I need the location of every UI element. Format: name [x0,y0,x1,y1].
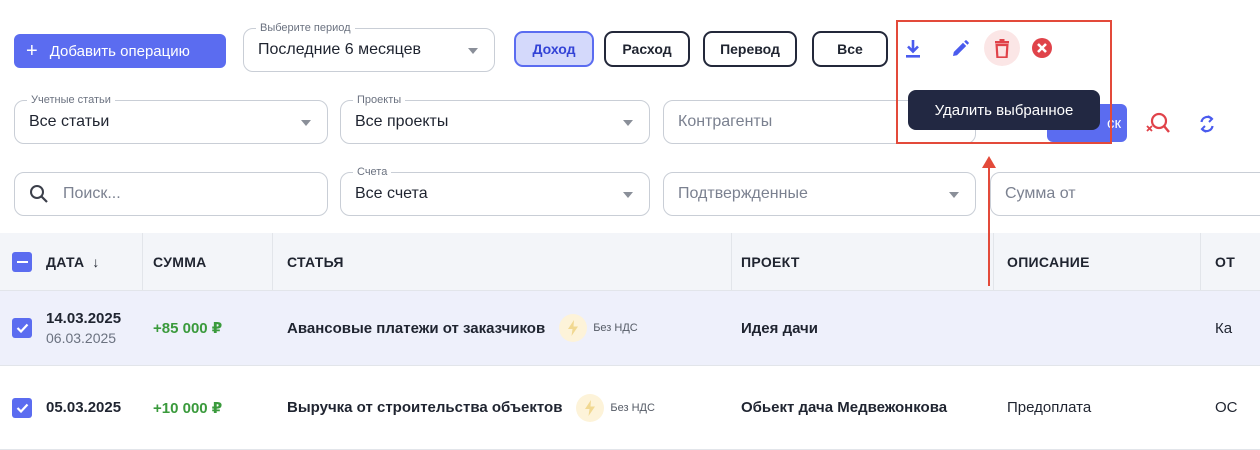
download-icon[interactable] [900,34,926,64]
row-amount: +85 000 ₽ [153,320,223,337]
row-date: 05.03.2025 [46,399,122,416]
select-all-checkbox[interactable] [12,252,32,272]
period-value: Последние 6 месяцев [258,41,422,58]
row-other: ОС [1215,399,1238,416]
row-other: Ка [1215,319,1233,337]
vat-label: Без НДС [593,322,638,334]
edit-icon[interactable] [946,34,974,64]
counterparties-placeholder: Контрагенты [678,113,773,130]
cancel-icon[interactable] [1030,36,1054,60]
filter-expense-button[interactable]: Расход [604,31,690,67]
plus-icon: + [26,40,38,62]
search-icon [30,185,48,203]
refresh-icon[interactable] [1194,110,1220,138]
chevron-down-icon [949,192,959,198]
row-description: Предоплата [1007,399,1092,416]
filter-transfer-button[interactable]: Перевод [703,31,797,67]
column-article[interactable]: СТАТЬЯ [287,233,344,291]
accounts-label: Учетные статьи [27,93,115,107]
column-description[interactable]: ОПИСАНИЕ [1007,233,1090,291]
chevron-down-icon [623,120,633,126]
filter-transfer-label: Перевод [720,41,780,57]
search-field[interactable]: Поиск... [14,172,328,216]
add-operation-button[interactable]: + Добавить операцию [14,34,226,68]
trash-icon [995,38,1009,58]
lightning-icon [576,393,605,422]
row-article: Выручка от строительства объектов Без НД… [287,366,655,449]
delete-selected-button[interactable] [984,30,1020,66]
table-row[interactable]: 14.03.2025 06.03.2025 +85 000 ₽ Авансовы… [0,291,1260,366]
amount-from-placeholder: Сумма от [1005,185,1076,202]
filter-all-button[interactable]: Все [812,31,888,67]
filter-expense-label: Расход [622,41,672,57]
column-date[interactable]: ДАТА ↓ [46,233,100,291]
accounts-select[interactable]: Учетные статьи Все статьи [14,93,328,144]
status-value: Подтвержденные [678,185,808,202]
sort-arrow-icon: ↓ [92,254,100,270]
column-project[interactable]: ПРОЕКТ [741,233,800,291]
row-date-secondary: 06.03.2025 [46,330,117,346]
projects-select[interactable]: Проекты Все проекты [340,93,650,144]
search-button-label: ск [1106,114,1121,132]
chevron-down-icon [468,48,478,54]
chevron-down-icon [301,120,311,126]
annotation-arrow [988,164,990,286]
filter-income-button[interactable]: Доход [514,31,594,67]
projects-value: Все проекты [355,113,449,130]
period-select[interactable]: Выберите период Последние 6 месяцев [243,21,495,72]
check-icon [16,323,28,333]
add-operation-label: Добавить операцию [49,42,190,60]
column-amount[interactable]: СУММА [153,233,207,291]
search-placeholder: Поиск... [63,185,121,202]
check-icon [16,403,28,413]
column-other[interactable]: ОТ [1215,233,1235,291]
period-label: Выберите период [256,21,355,35]
delete-tooltip: Удалить выбранное [908,90,1100,130]
bank-accounts-select[interactable]: Счета Все счета [340,165,650,216]
amount-from-input[interactable]: Сумма от [990,172,1260,216]
row-amount: +10 000 ₽ [153,399,223,417]
filter-all-label: Все [837,41,863,57]
table-row[interactable]: 05.03.2025 +10 000 ₽ Выручка от строител… [0,366,1260,450]
lightning-icon [559,314,588,342]
status-select[interactable]: Подтвержденные [663,172,976,216]
row-project: Идея дачи [741,319,818,337]
filter-income-label: Доход [532,41,576,57]
bank-accounts-label: Счета [353,165,392,179]
row-project: Обьект дача Медвежонкова [741,399,948,416]
row-checkbox[interactable] [12,398,32,418]
vat-label: Без НДС [610,401,655,414]
row-date: 14.03.2025 06.03.2025 [46,310,122,346]
accounts-value: Все статьи [29,113,110,130]
projects-label: Проекты [353,93,406,107]
table-header: ДАТА ↓ СУММА СТАТЬЯ ПРОЕКТ ОПИСАНИЕ ОТ [0,233,1260,291]
clear-search-icon[interactable] [1144,110,1172,138]
row-checkbox[interactable] [12,318,32,338]
row-article: Авансовые платежи от заказчиков Без НДС [287,291,638,365]
bank-accounts-value: Все счета [355,185,428,202]
chevron-down-icon [623,192,633,198]
